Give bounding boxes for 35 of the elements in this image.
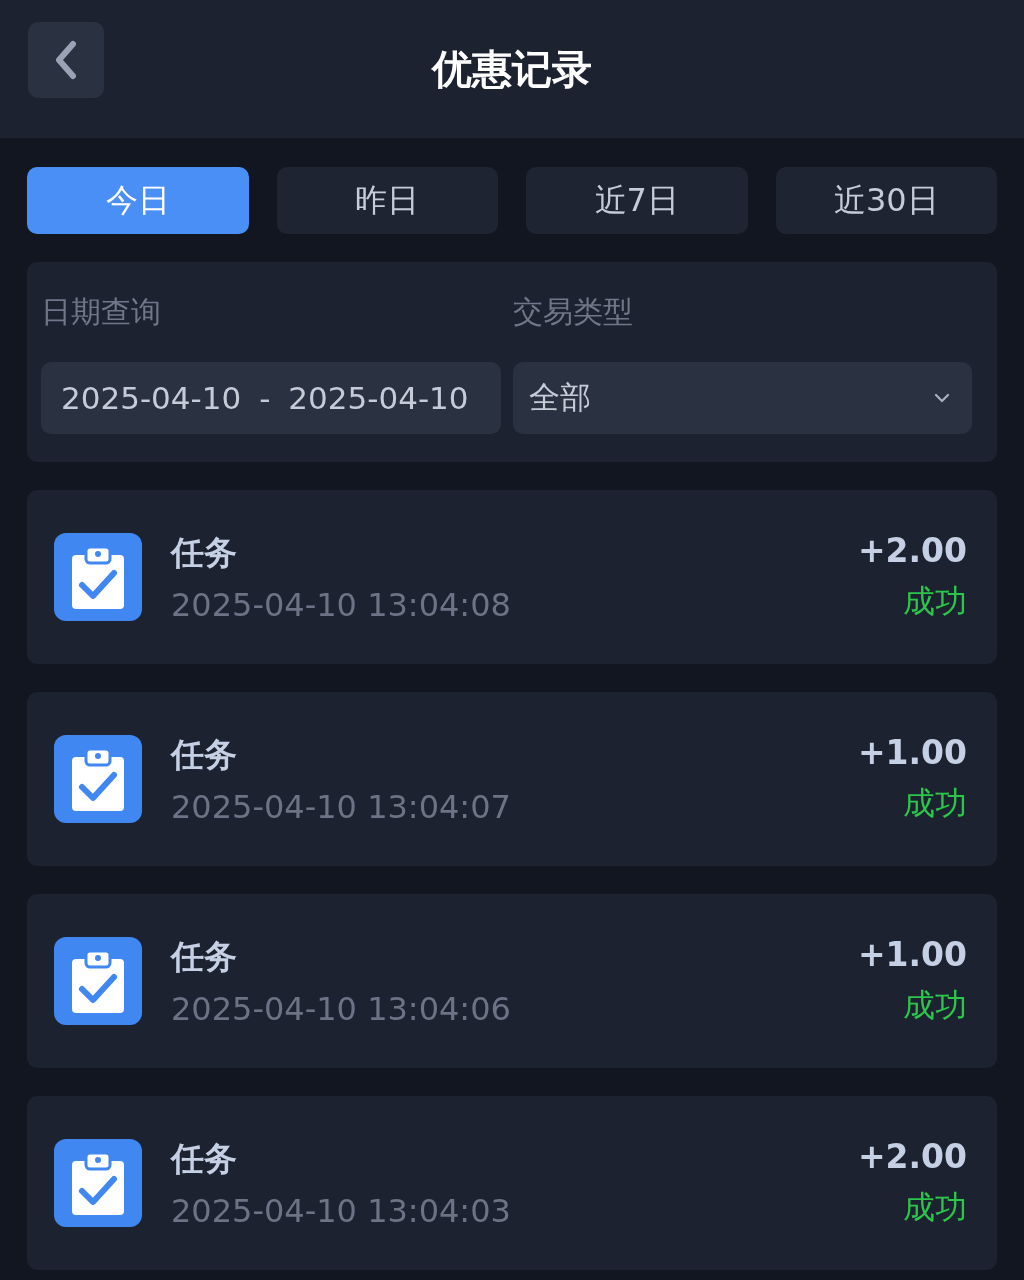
record-title: 任务 <box>171 531 238 574</box>
date-tab[interactable]: 近7日 <box>526 167 748 234</box>
date-tab[interactable]: 昨日 <box>276 167 498 234</box>
clipboard-check-icon <box>54 735 142 823</box>
record-status: 成功 <box>903 984 967 1026</box>
record-amount: +2.00 <box>857 530 967 570</box>
record-time: 2025-04-10 13:04:06 <box>171 989 512 1028</box>
date-separator: - <box>259 380 271 416</box>
back-icon <box>53 40 79 80</box>
dropdown-value: 全部 <box>528 378 591 417</box>
filter-label: 交易类型 <box>512 293 634 331</box>
record-title: 任务 <box>171 733 238 776</box>
filter-label: 日期查询 <box>41 293 162 331</box>
date-range-field[interactable]: 2025-04-10 - 2025-04-10 <box>41 362 501 434</box>
record-amount: +1.00 <box>857 732 967 772</box>
record-status: 成功 <box>903 580 967 622</box>
clipboard-check-icon <box>54 533 142 621</box>
record-status: 成功 <box>903 782 967 824</box>
record-time: 2025-04-10 13:04:03 <box>171 1191 512 1230</box>
date-tab[interactable]: 近30日 <box>775 167 997 234</box>
record-status: 成功 <box>903 1186 967 1228</box>
chevron-down-icon <box>934 393 950 403</box>
clipboard-check-icon <box>54 937 142 1025</box>
record-title: 任务 <box>171 1137 238 1180</box>
back-button[interactable] <box>28 22 104 98</box>
end-date: 2025-04-10 <box>288 380 469 416</box>
record-amount: +1.00 <box>857 934 967 974</box>
record-time: 2025-04-10 13:04:07 <box>171 787 512 826</box>
record-time: 2025-04-10 13:04:08 <box>171 585 512 624</box>
clipboard-check-icon <box>54 1139 142 1227</box>
page-title: 优惠记录 <box>432 44 592 94</box>
start-date: 2025-04-10 <box>61 380 242 416</box>
record-amount: +2.00 <box>857 1136 967 1176</box>
type-dropdown[interactable]: 全部 <box>512 362 972 434</box>
record-title: 任务 <box>171 935 238 978</box>
